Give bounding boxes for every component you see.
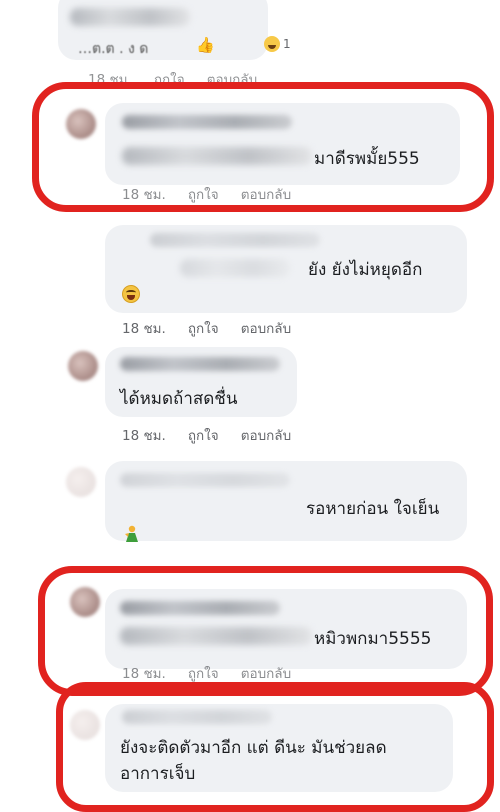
redacted-text: [122, 147, 312, 165]
comment-3: ได้หมดถ้าสดชื่น 18 ชม. ถูกใจ ตอบกลับ: [0, 343, 500, 448]
redacted-author-name[interactable]: [120, 357, 280, 371]
comment-meta: 18 ชม. ถูกใจ ตอบกลับ: [122, 662, 291, 684]
comment-6: ยังจะติดตัวมาอีก แต่ ดีนะ มันช่วยลด อากา…: [0, 690, 500, 792]
redacted-text: [120, 627, 312, 645]
avatar[interactable]: [70, 710, 100, 740]
comment-text: ได้หมดถ้าสดชื่น: [120, 389, 238, 409]
redacted-author-name[interactable]: [120, 601, 280, 615]
comment-text-line-1: ยังจะติดตัวมาอีก แต่ ดีนะ มันช่วยลด: [120, 738, 387, 758]
comment-0: …ต.ต . ง ด 👍 1 18 ชม. ถูกใจ ตอบกลับ: [0, 0, 500, 90]
laughing-reaction-icon: [264, 36, 280, 52]
redacted-text: [180, 259, 290, 277]
comment-text: ยัง ยังไม่หยุดอีก: [308, 260, 423, 280]
comment-meta: 18 ชม. ถูกใจ ตอบกลับ: [122, 424, 291, 446]
timestamp: 18 ชม.: [122, 666, 166, 682]
timestamp: 18 ชม.: [88, 72, 132, 88]
comment-1: มาดีรพมั้ย555 18 ชม. ถูกใจ ตอบกลับ: [0, 95, 500, 205]
avatar[interactable]: [66, 109, 96, 139]
comment-text: มาดีรพมั้ย555: [314, 149, 420, 169]
redacted-author-name[interactable]: [122, 710, 272, 724]
comment-4: รอหายก่อน ใจเย็น: [0, 455, 500, 565]
comment-text-line-2: อาการเจ็บ: [120, 764, 196, 784]
avatar[interactable]: [66, 467, 96, 497]
like-link[interactable]: ถูกใจ: [188, 424, 219, 446]
redacted-author-name[interactable]: [122, 115, 292, 129]
redacted-text: [70, 8, 190, 26]
comment-meta: 18 ชม. ถูกใจ ตอบกลับ: [122, 317, 291, 339]
redacted-author-name[interactable]: [150, 233, 320, 247]
redacted-author-name[interactable]: [120, 473, 290, 487]
comment-meta: 18 ชม. ถูกใจ ตอบกลับ: [88, 68, 257, 90]
timestamp: 18 ชม.: [122, 187, 166, 203]
reply-link[interactable]: ตอบกลับ: [241, 317, 291, 339]
reaction-count: 1: [283, 37, 291, 51]
laughing-face-icon: [122, 285, 140, 303]
comment-5: หมิวพกมา5555 18 ชม. ถูกใจ ตอบกลับ: [0, 575, 500, 682]
like-link[interactable]: ถูกใจ: [154, 68, 185, 90]
like-link[interactable]: ถูกใจ: [188, 183, 219, 205]
comment-text: …ต.ต . ง ด: [78, 41, 149, 57]
avatar[interactable]: [68, 351, 98, 381]
comment-2: ยัง ยังไม่หยุดอีก 18 ชม. ถูกใจ ตอบกลับ: [0, 215, 500, 340]
reaction-badge[interactable]: 1: [264, 36, 291, 52]
comment-meta: 18 ชม. ถูกใจ ตอบกลับ: [122, 183, 291, 205]
thumbs-up-icon: 👍: [196, 36, 215, 54]
reply-link[interactable]: ตอบกลับ: [241, 183, 291, 205]
reply-link[interactable]: ตอบกลับ: [207, 68, 257, 90]
comment-text: รอหายก่อน ใจเย็น: [306, 499, 440, 519]
reply-link[interactable]: ตอบกลับ: [241, 662, 291, 684]
timestamp: 18 ชม.: [122, 321, 166, 337]
timestamp: 18 ชม.: [122, 428, 166, 444]
person-icon: [125, 525, 138, 542]
like-link[interactable]: ถูกใจ: [188, 317, 219, 339]
reply-link[interactable]: ตอบกลับ: [241, 424, 291, 446]
avatar[interactable]: [70, 587, 100, 617]
comment-text: หมิวพกมา5555: [314, 629, 432, 649]
like-link[interactable]: ถูกใจ: [188, 662, 219, 684]
